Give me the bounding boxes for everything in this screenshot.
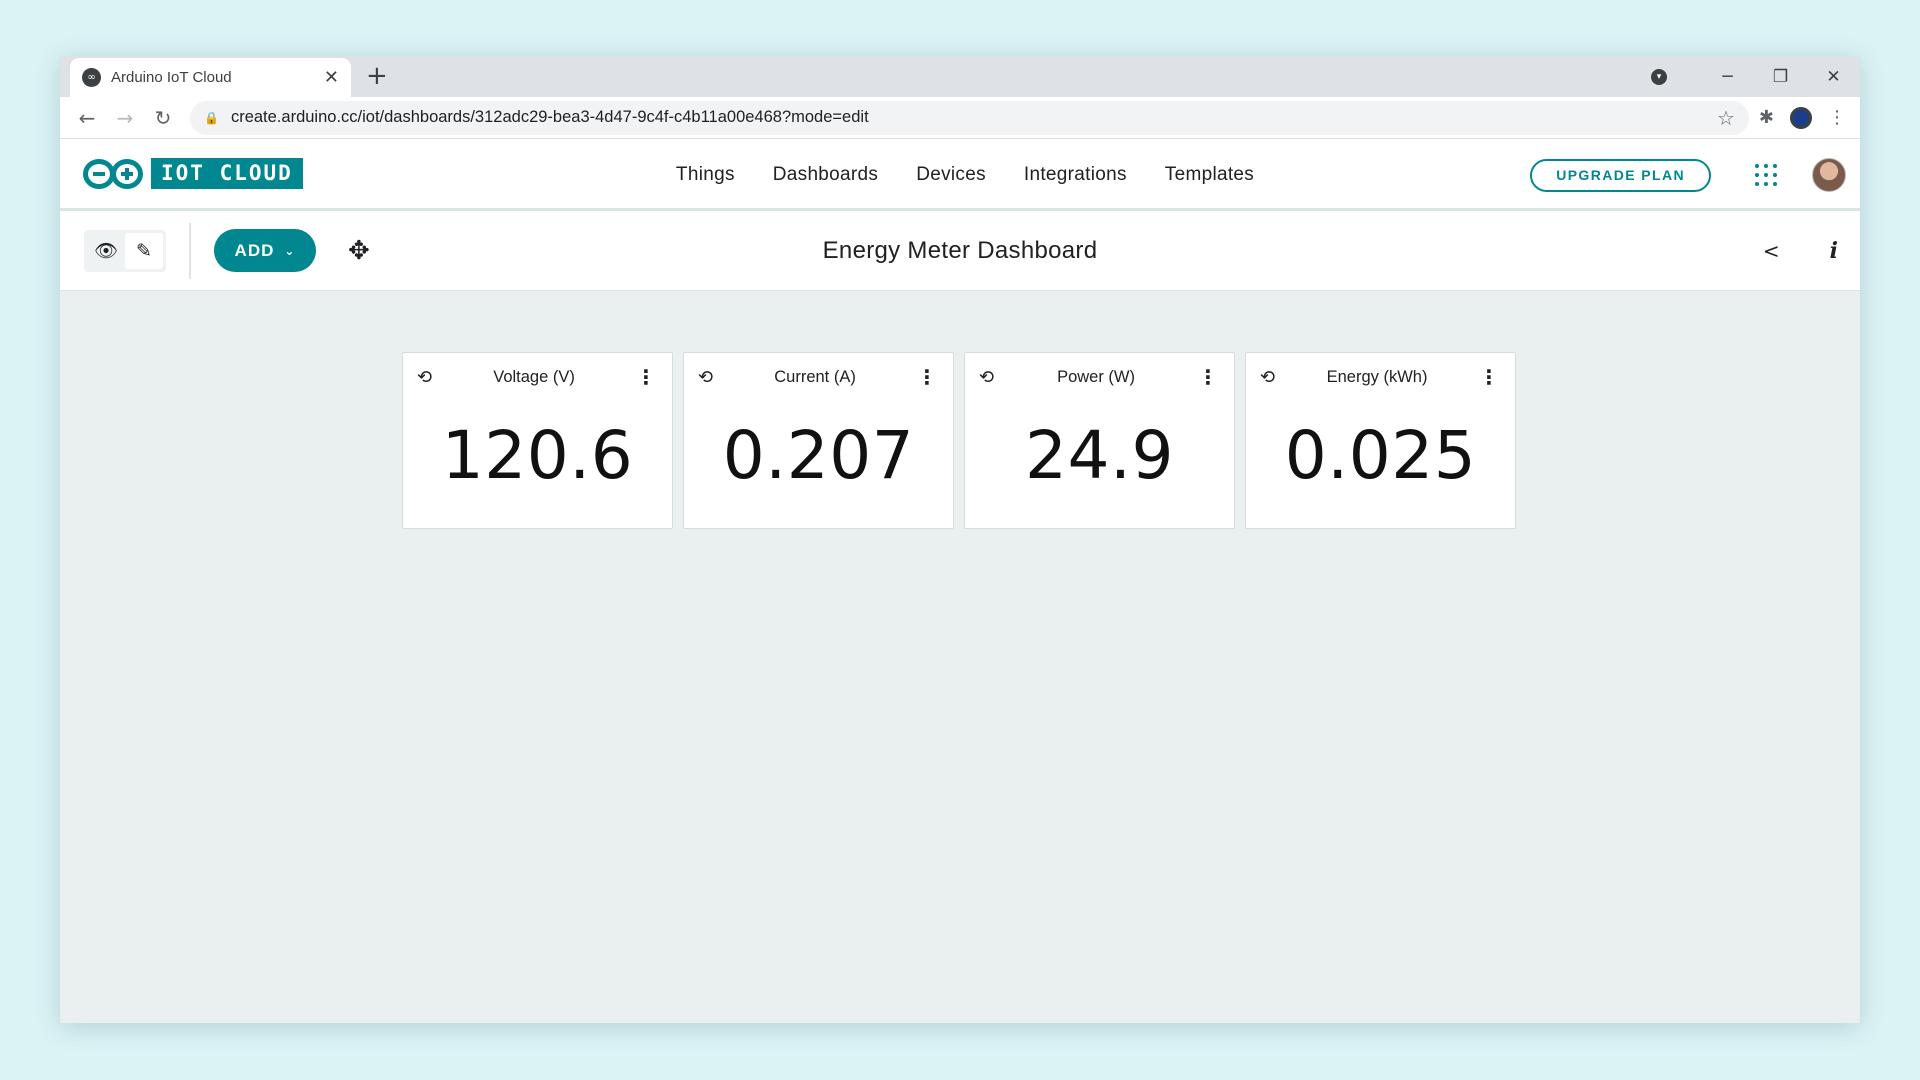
dashboard-title: Energy Meter Dashboard [822, 237, 1098, 264]
chevron-down-icon: ⌄ [284, 243, 296, 258]
history-icon[interactable]: ⟲ [979, 367, 994, 388]
back-icon[interactable]: ← [68, 106, 106, 130]
tab-strip: ∞ Arduino IoT Cloud ✕ + ▾ ─ ❐ ✕ [60, 56, 1860, 97]
mode-toggle: 👁 ✎ [84, 229, 166, 272]
address-bar[interactable]: 🔒 create.arduino.cc/iot/dashboards/312ad… [190, 100, 1749, 135]
new-tab-button[interactable]: + [366, 62, 388, 90]
edit-mode-pencil-icon[interactable]: ✎ [125, 232, 163, 269]
arduino-iot-cloud-logo[interactable]: IOT CLOUD [83, 158, 303, 189]
add-widget-button[interactable]: ADD ⌄ [214, 229, 316, 272]
window-close-icon[interactable]: ✕ [1807, 67, 1860, 87]
app-header: IOT CLOUD Things Dashboards Devices Inte… [60, 139, 1860, 211]
tab-close-icon[interactable]: ✕ [324, 67, 339, 88]
apps-grid-icon[interactable] [1755, 164, 1777, 186]
bookmark-star-icon[interactable]: ☆ [1717, 106, 1735, 130]
user-avatar[interactable] [1812, 158, 1846, 192]
logo-text: IOT CLOUD [151, 158, 303, 189]
history-icon[interactable]: ⟲ [417, 367, 432, 388]
dashboard-actions: < i [1763, 211, 1838, 291]
upgrade-plan-button[interactable]: UPGRADE PLAN [1530, 158, 1711, 192]
widget-value: 24.9 [1025, 417, 1174, 494]
history-icon[interactable]: ⟲ [1260, 367, 1275, 388]
arduino-favicon-icon: ∞ [82, 68, 101, 87]
dashboard-canvas: ⟲ Voltage (V) ⋮ 120.6 ⟲ Current (A) ⋮ 0.… [60, 291, 1860, 1011]
widget-title: Current (A) [774, 367, 856, 386]
lock-icon[interactable]: 🔒 [204, 111, 219, 125]
widget-title: Power (W) [1057, 367, 1135, 386]
widget-power[interactable]: ⟲ Power (W) ⋮ 24.9 [964, 352, 1235, 529]
browser-window: ∞ Arduino IoT Cloud ✕ + ▾ ─ ❐ ✕ ← → ↻ 🔒 … [60, 56, 1860, 1023]
header-actions: UPGRADE PLAN [1530, 139, 1846, 211]
widget-value: 0.025 [1284, 417, 1477, 494]
history-icon[interactable]: ⟲ [698, 367, 713, 388]
arduino-infinity-icon [83, 158, 143, 189]
extensions-icon[interactable]: ✱ [1759, 107, 1774, 128]
widget-menu-icon[interactable]: ⋮ [917, 367, 937, 387]
share-icon[interactable]: < [1763, 239, 1780, 263]
nav-templates[interactable]: Templates [1165, 164, 1254, 186]
widget-title: Voltage (V) [493, 367, 575, 386]
restore-icon[interactable]: ❐ [1754, 67, 1807, 87]
toolbar-actions: ✱ ⋮ [1759, 106, 1852, 129]
reload-icon[interactable]: ↻ [144, 106, 182, 130]
widget-grid: ⟲ Voltage (V) ⋮ 120.6 ⟲ Current (A) ⋮ 0.… [402, 352, 1516, 529]
widget-menu-icon[interactable]: ⋮ [636, 367, 656, 387]
nav-dashboards[interactable]: Dashboards [773, 164, 878, 186]
browser-tab[interactable]: ∞ Arduino IoT Cloud ✕ [70, 58, 351, 97]
nav-things[interactable]: Things [676, 164, 735, 186]
nav-integrations[interactable]: Integrations [1024, 164, 1127, 186]
widget-value: 0.207 [722, 417, 915, 494]
browser-menu-icon[interactable]: ⋮ [1828, 107, 1846, 128]
arrange-move-icon[interactable]: ✥ [348, 236, 370, 266]
info-icon[interactable]: i [1830, 238, 1838, 264]
widget-energy[interactable]: ⟲ Energy (kWh) ⋮ 0.025 [1245, 352, 1516, 529]
window-controls: ▾ ─ ❐ ✕ [1651, 56, 1860, 97]
forward-icon[interactable]: → [106, 106, 144, 130]
widget-title: Energy (kWh) [1326, 367, 1428, 386]
widget-value: 120.6 [441, 417, 634, 494]
view-mode-eye-icon[interactable]: 👁 [87, 233, 125, 269]
add-button-label: ADD [234, 240, 275, 260]
widget-current[interactable]: ⟲ Current (A) ⋮ 0.207 [683, 352, 954, 529]
browser-toolbar: ← → ↻ 🔒 create.arduino.cc/iot/dashboards… [60, 97, 1860, 139]
minimize-icon[interactable]: ─ [1701, 67, 1754, 87]
nav-devices[interactable]: Devices [916, 164, 986, 186]
profile-avatar-icon[interactable] [1790, 106, 1812, 129]
widget-voltage[interactable]: ⟲ Voltage (V) ⋮ 120.6 [402, 352, 673, 529]
toolbar-divider [189, 222, 191, 279]
widget-menu-icon[interactable]: ⋮ [1479, 367, 1499, 387]
tab-search-icon[interactable]: ▾ [1651, 68, 1667, 85]
dashboard-toolbar: 👁 ✎ ADD ⌄ ✥ Energy Meter Dashboard < i [60, 211, 1860, 291]
widget-menu-icon[interactable]: ⋮ [1198, 367, 1218, 387]
url-text[interactable]: create.arduino.cc/iot/dashboards/312adc2… [231, 108, 1717, 127]
tab-title: Arduino IoT Cloud [111, 69, 232, 86]
